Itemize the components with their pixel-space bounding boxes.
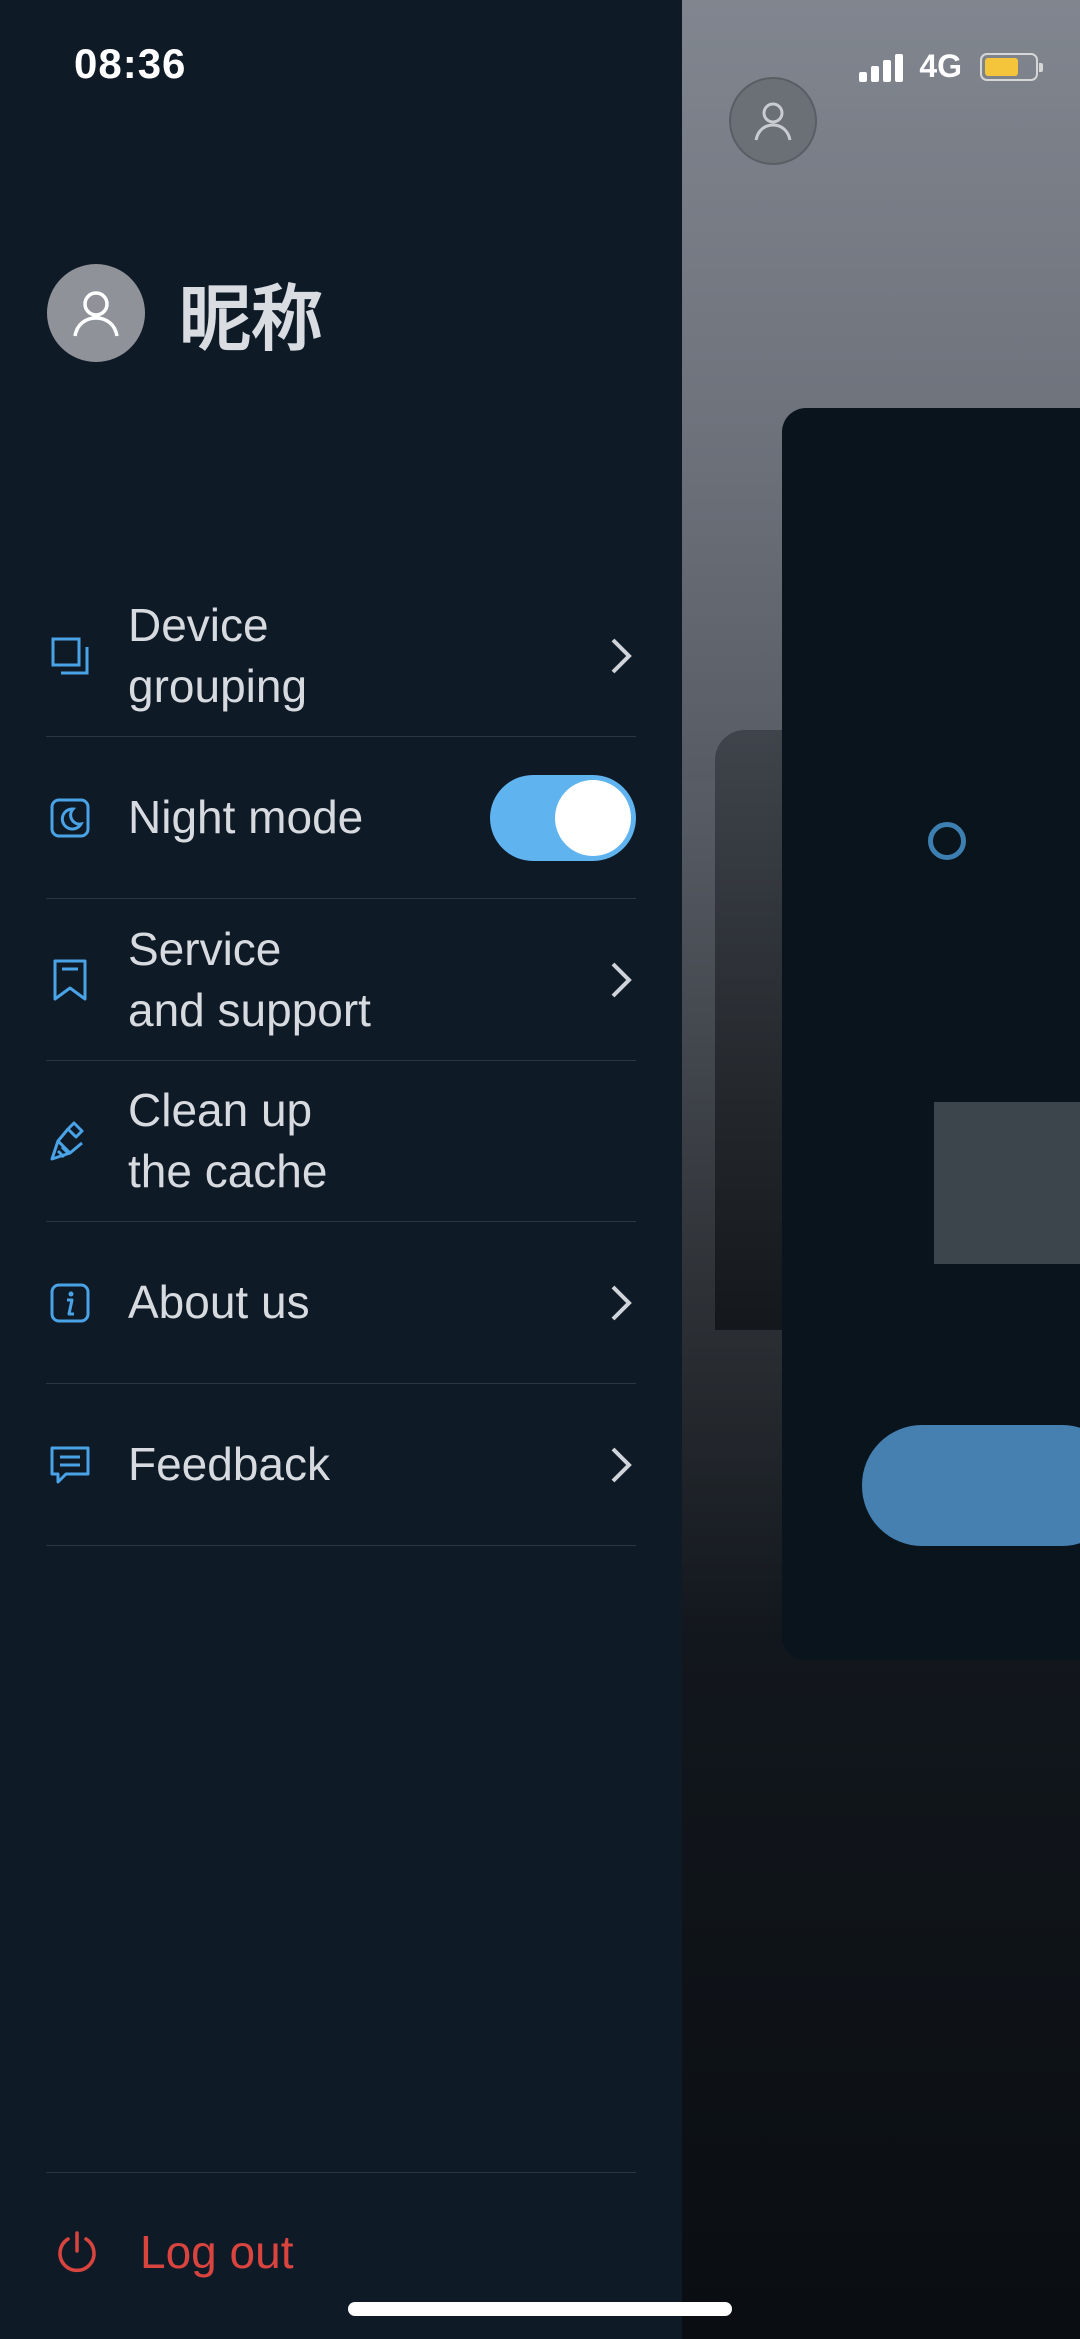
- signal-icon: [859, 52, 904, 82]
- background-action-button[interactable]: [862, 1425, 1080, 1546]
- moon-icon: [48, 796, 92, 840]
- menu-item-about-us[interactable]: About us: [46, 1222, 636, 1384]
- logout-label: Log out: [140, 2226, 294, 2278]
- user-icon: [754, 102, 792, 141]
- menu-item-night-mode: Night mode: [46, 737, 636, 899]
- menu-item-label: Device grouping: [128, 599, 308, 712]
- profile-header[interactable]: 昵称: [47, 260, 323, 365]
- background-placeholder: [934, 1102, 1080, 1264]
- message-icon: [48, 1443, 92, 1487]
- info-icon: [48, 1281, 92, 1325]
- chevron-right-icon: [606, 1445, 636, 1485]
- menu-item-label: About us: [128, 1276, 310, 1328]
- logout-button[interactable]: Log out: [54, 2225, 293, 2279]
- menu-item-label: Clean up the cache: [128, 1084, 328, 1197]
- status-indicators: 4G: [859, 48, 1043, 85]
- background-indicator: [928, 822, 966, 860]
- nickname: 昵称: [179, 277, 324, 361]
- avatar[interactable]: [47, 263, 145, 362]
- menu-item-service-support[interactable]: Service and support: [46, 899, 636, 1061]
- toggle-knob: [555, 779, 631, 856]
- menu-item-label: Night mode: [128, 791, 364, 843]
- side-drawer: 08:36 昵称 Device grouping Night mode Serv…: [0, 0, 682, 2339]
- menu-item-device-grouping[interactable]: Device grouping: [46, 576, 636, 737]
- user-icon: [73, 290, 119, 336]
- divider: [46, 2172, 636, 2173]
- chevron-right-icon: [606, 960, 636, 1000]
- network-type: 4G: [919, 48, 962, 84]
- background-profile-button[interactable]: [729, 77, 817, 165]
- status-time: 08:36: [74, 40, 187, 87]
- menu-item-clean-cache[interactable]: Clean up the cache: [46, 1061, 636, 1222]
- drawer-menu: Device grouping Night mode Service and s…: [46, 576, 636, 1546]
- chevron-right-icon: [606, 636, 636, 676]
- battery-icon: [980, 52, 1043, 81]
- brush-icon: [48, 1119, 92, 1163]
- home-indicator[interactable]: [348, 2302, 732, 2316]
- bookmark-icon: [48, 958, 92, 1002]
- night-mode-toggle[interactable]: [490, 774, 636, 861]
- menu-item-label: Service and support: [128, 922, 371, 1036]
- menu-item-label: Feedback: [128, 1438, 331, 1490]
- layers-icon: [48, 634, 92, 678]
- menu-item-feedback[interactable]: Feedback: [46, 1384, 636, 1546]
- power-icon: [58, 2231, 96, 2273]
- chevron-right-icon: [606, 1283, 636, 1323]
